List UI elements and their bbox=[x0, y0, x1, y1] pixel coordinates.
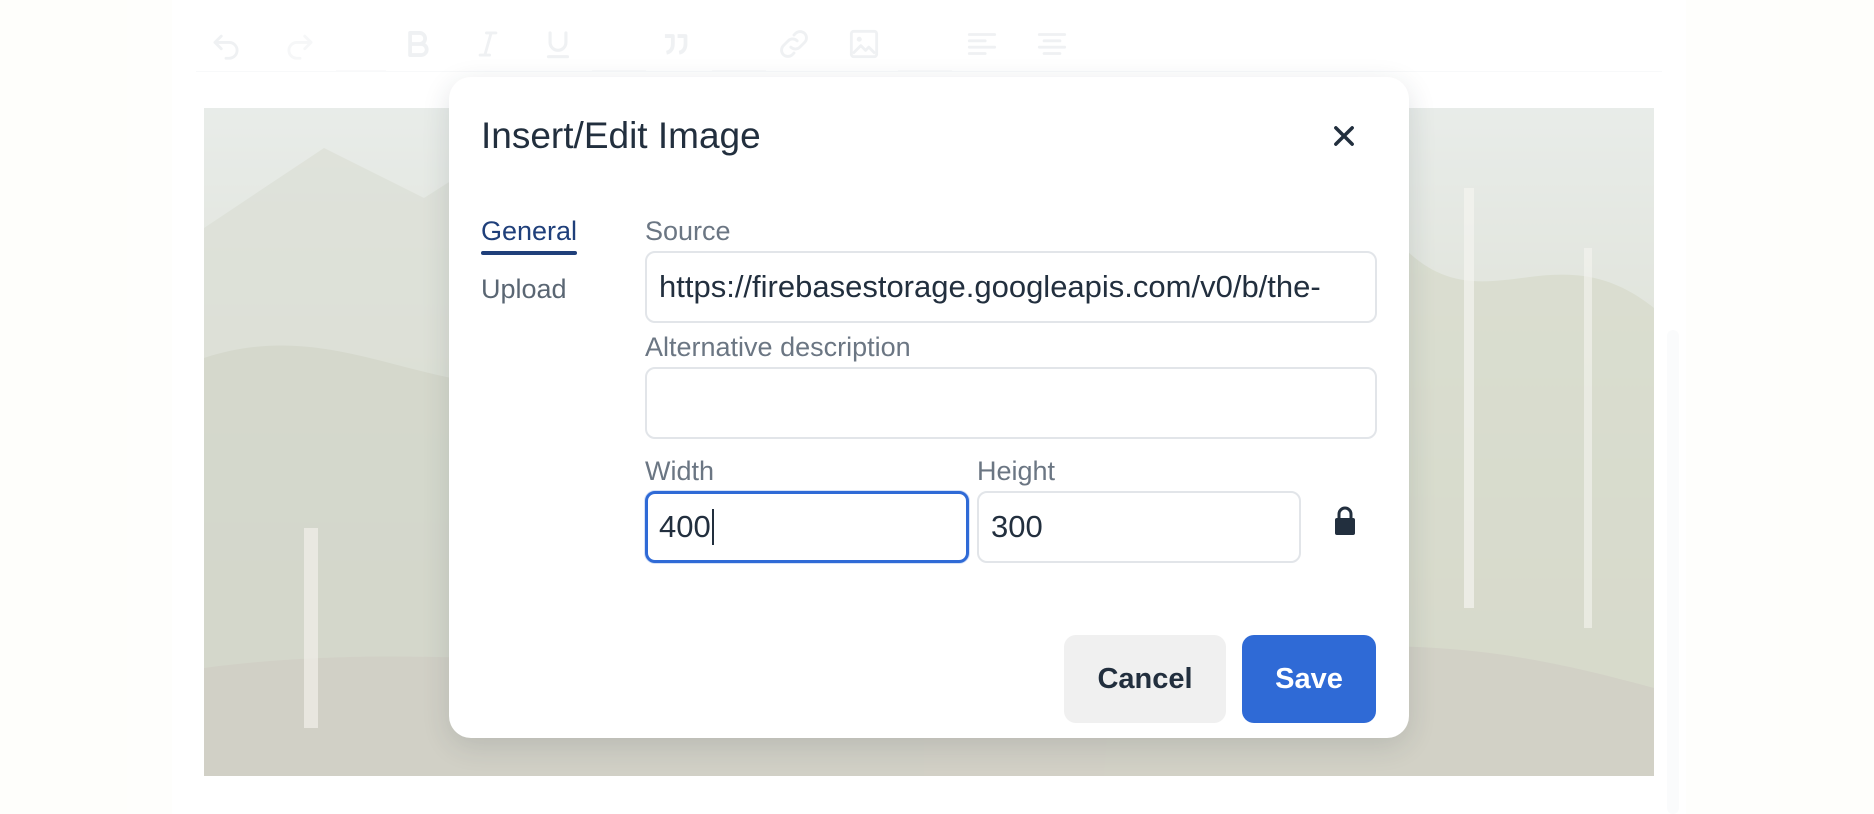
height-label: Height bbox=[977, 456, 1056, 486]
tab-upload[interactable]: Upload bbox=[481, 273, 567, 305]
close-button[interactable] bbox=[1321, 113, 1367, 159]
alt-description-input[interactable] bbox=[645, 367, 1377, 439]
height-value: 300 bbox=[991, 509, 1043, 544]
width-label: Width bbox=[645, 456, 715, 486]
tab-upload-label: Upload bbox=[481, 274, 567, 304]
height-input[interactable]: 300 bbox=[977, 491, 1301, 563]
source-value: https://firebasestorage.googleapis.com/v… bbox=[659, 269, 1321, 304]
source-input[interactable]: https://firebasestorage.googleapis.com/v… bbox=[645, 251, 1377, 323]
tab-active-indicator bbox=[481, 251, 578, 255]
width-input[interactable]: 400 bbox=[645, 491, 969, 563]
dialog-title: Insert/Edit Image bbox=[481, 115, 761, 156]
insert-image-dialog: Insert/Edit Image General Upload Source … bbox=[449, 77, 1409, 738]
source-label: Source bbox=[645, 216, 731, 246]
save-button[interactable]: Save bbox=[1242, 635, 1376, 723]
text-caret bbox=[711, 509, 714, 545]
alt-description-label: Alternative description bbox=[645, 332, 911, 362]
lock-icon bbox=[1335, 506, 1355, 535]
close-icon bbox=[1334, 126, 1354, 146]
tab-general[interactable]: General bbox=[481, 215, 578, 255]
width-value: 400 bbox=[659, 509, 711, 544]
cancel-button[interactable]: Cancel bbox=[1064, 635, 1226, 723]
tab-general-label: General bbox=[481, 216, 578, 246]
constrain-proportions-toggle[interactable] bbox=[1329, 503, 1361, 539]
